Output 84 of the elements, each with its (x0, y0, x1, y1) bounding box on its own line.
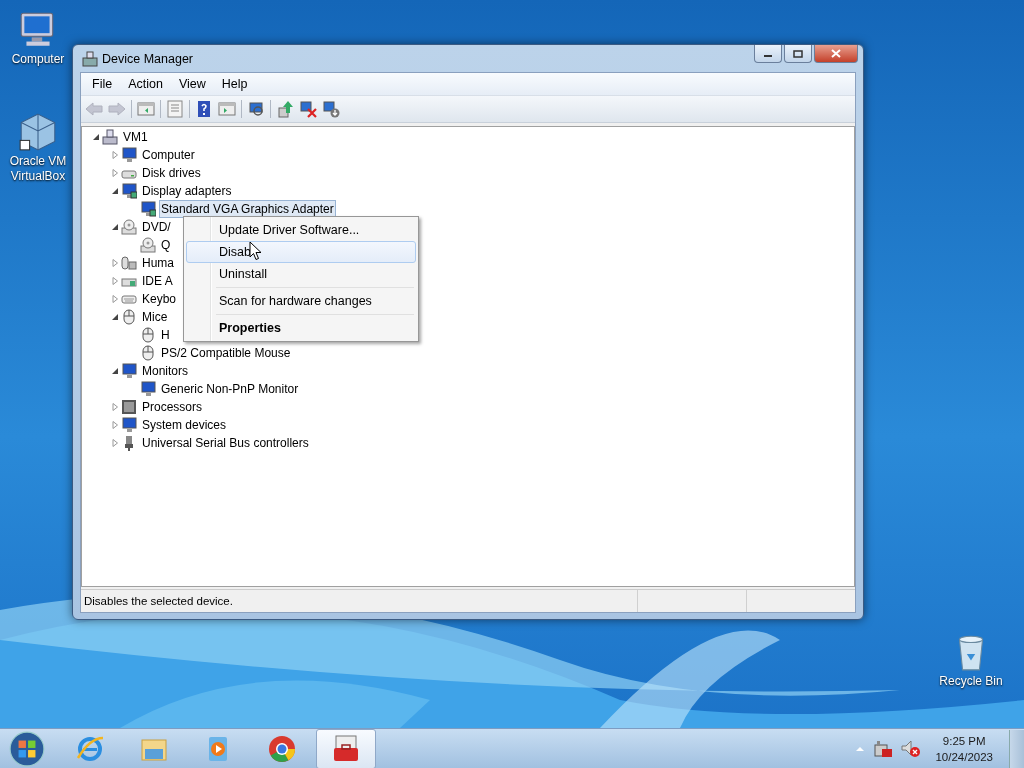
speaker-muted-icon[interactable] (901, 740, 922, 758)
tree-item[interactable]: Mice (140, 308, 170, 326)
download-icon[interactable] (322, 100, 340, 118)
clock-date[interactable]: 10/24/2023 (935, 749, 993, 765)
mouse-icon (121, 309, 137, 325)
browser-icon (267, 734, 297, 764)
chip-icon (121, 399, 137, 415)
maximize-icon (793, 49, 803, 58)
start-button[interactable] (8, 730, 46, 768)
up-arrow-icon[interactable] (276, 100, 294, 118)
monitor-icon (140, 381, 156, 397)
window-title: Device Manager (102, 51, 193, 66)
minimize-button[interactable] (754, 45, 782, 63)
toolbox-icon (331, 734, 361, 764)
menu-item[interactable]: Uninstall (186, 263, 416, 285)
tree-item[interactable]: Processors (140, 398, 205, 416)
menu-item[interactable]: Update Driver Software... (186, 219, 416, 241)
menu-item[interactable]: Action (120, 77, 171, 91)
monitor-icon[interactable] (247, 100, 265, 118)
tree-item[interactable]: Standard VGA Graphics Adapter (159, 200, 336, 218)
desktop-icon-label[interactable]: Computer (11, 52, 65, 67)
status-text: Disables the selected device. (83, 595, 234, 607)
menu-item[interactable]: Help (213, 77, 256, 91)
menu-item[interactable]: Scan for hardware changes (186, 290, 416, 312)
expand-arrow-icon[interactable] (111, 169, 119, 177)
expand-arrow-icon[interactable] (111, 295, 119, 303)
display-adapter-icon (121, 183, 137, 199)
close-button[interactable] (814, 45, 858, 63)
cursor-icon (249, 241, 262, 261)
tree-item[interactable]: Generic Non-PnP Monitor (159, 380, 301, 398)
network-icon[interactable] (873, 740, 894, 758)
app-icon (82, 50, 98, 67)
mouse-icon (140, 345, 156, 361)
tree-item[interactable]: Q (159, 236, 173, 254)
expand-arrow-icon[interactable] (111, 403, 119, 411)
tree-item[interactable]: Keybo (140, 290, 179, 308)
menu-item[interactable]: Properties (186, 317, 416, 339)
expand-arrow-icon[interactable] (111, 277, 119, 285)
expand-arrow-icon[interactable] (111, 421, 119, 429)
tree-item[interactable]: System devices (140, 416, 229, 434)
tree-item[interactable]: Huma (140, 254, 176, 272)
monitor-icon (121, 363, 137, 379)
collapse-arrow-icon[interactable] (111, 313, 119, 321)
maximize-button[interactable] (784, 45, 812, 63)
panel-icon[interactable] (218, 100, 236, 118)
expand-arrow-icon[interactable] (111, 439, 119, 447)
tree-item[interactable]: Universal Serial Bus controllers (140, 434, 311, 452)
menu-item[interactable]: View (170, 77, 214, 91)
tree-item[interactable]: Display adapters (140, 182, 234, 200)
tree-item[interactable]: Computer (140, 146, 197, 164)
desktop-icon-label[interactable]: Recycle Bin (939, 674, 1003, 689)
tree-item[interactable]: IDE A (140, 272, 175, 290)
help-icon[interactable] (195, 100, 213, 118)
monitor-icon (121, 147, 137, 163)
collapse-arrow-icon[interactable] (111, 187, 119, 195)
tree-item[interactable]: VM1 (121, 128, 150, 146)
monitor-icon (121, 417, 137, 433)
collapse-arrow-icon[interactable] (111, 223, 119, 231)
collapse-arrow-icon[interactable] (111, 367, 119, 375)
close-icon (831, 49, 841, 58)
document-icon[interactable] (166, 100, 184, 118)
display-adapter-icon (140, 201, 156, 217)
expand-arrow-icon[interactable] (111, 151, 119, 159)
globe-icon (75, 734, 105, 764)
clock-time[interactable]: 9:25 PM (942, 733, 986, 749)
tree-item[interactable]: Monitors (140, 362, 190, 380)
delete-icon[interactable] (299, 100, 317, 118)
computer-icon (102, 129, 118, 145)
expand-arrow-icon[interactable] (111, 259, 119, 267)
tree-item[interactable]: H (159, 326, 172, 344)
menu-item[interactable]: File (84, 77, 121, 91)
show-desktop-button[interactable] (1009, 730, 1024, 768)
tree-item[interactable]: DVD/ (140, 218, 173, 236)
collapse-arrow-icon[interactable] (92, 133, 100, 141)
menu-item[interactable]: Disab (186, 241, 416, 263)
input-device-icon (121, 255, 137, 271)
mouse-icon (140, 327, 156, 343)
desktop-icon-label[interactable]: Oracle VM VirtualBox (4, 154, 72, 184)
tree-item[interactable]: Disk drives (140, 164, 203, 182)
taskbar-button[interactable] (316, 729, 376, 768)
optical-drive-icon (121, 219, 137, 235)
panel-icon[interactable] (137, 100, 155, 118)
optical-drive-icon (140, 237, 156, 253)
tree-item[interactable]: PS/2 Compatible Mouse (159, 344, 293, 362)
